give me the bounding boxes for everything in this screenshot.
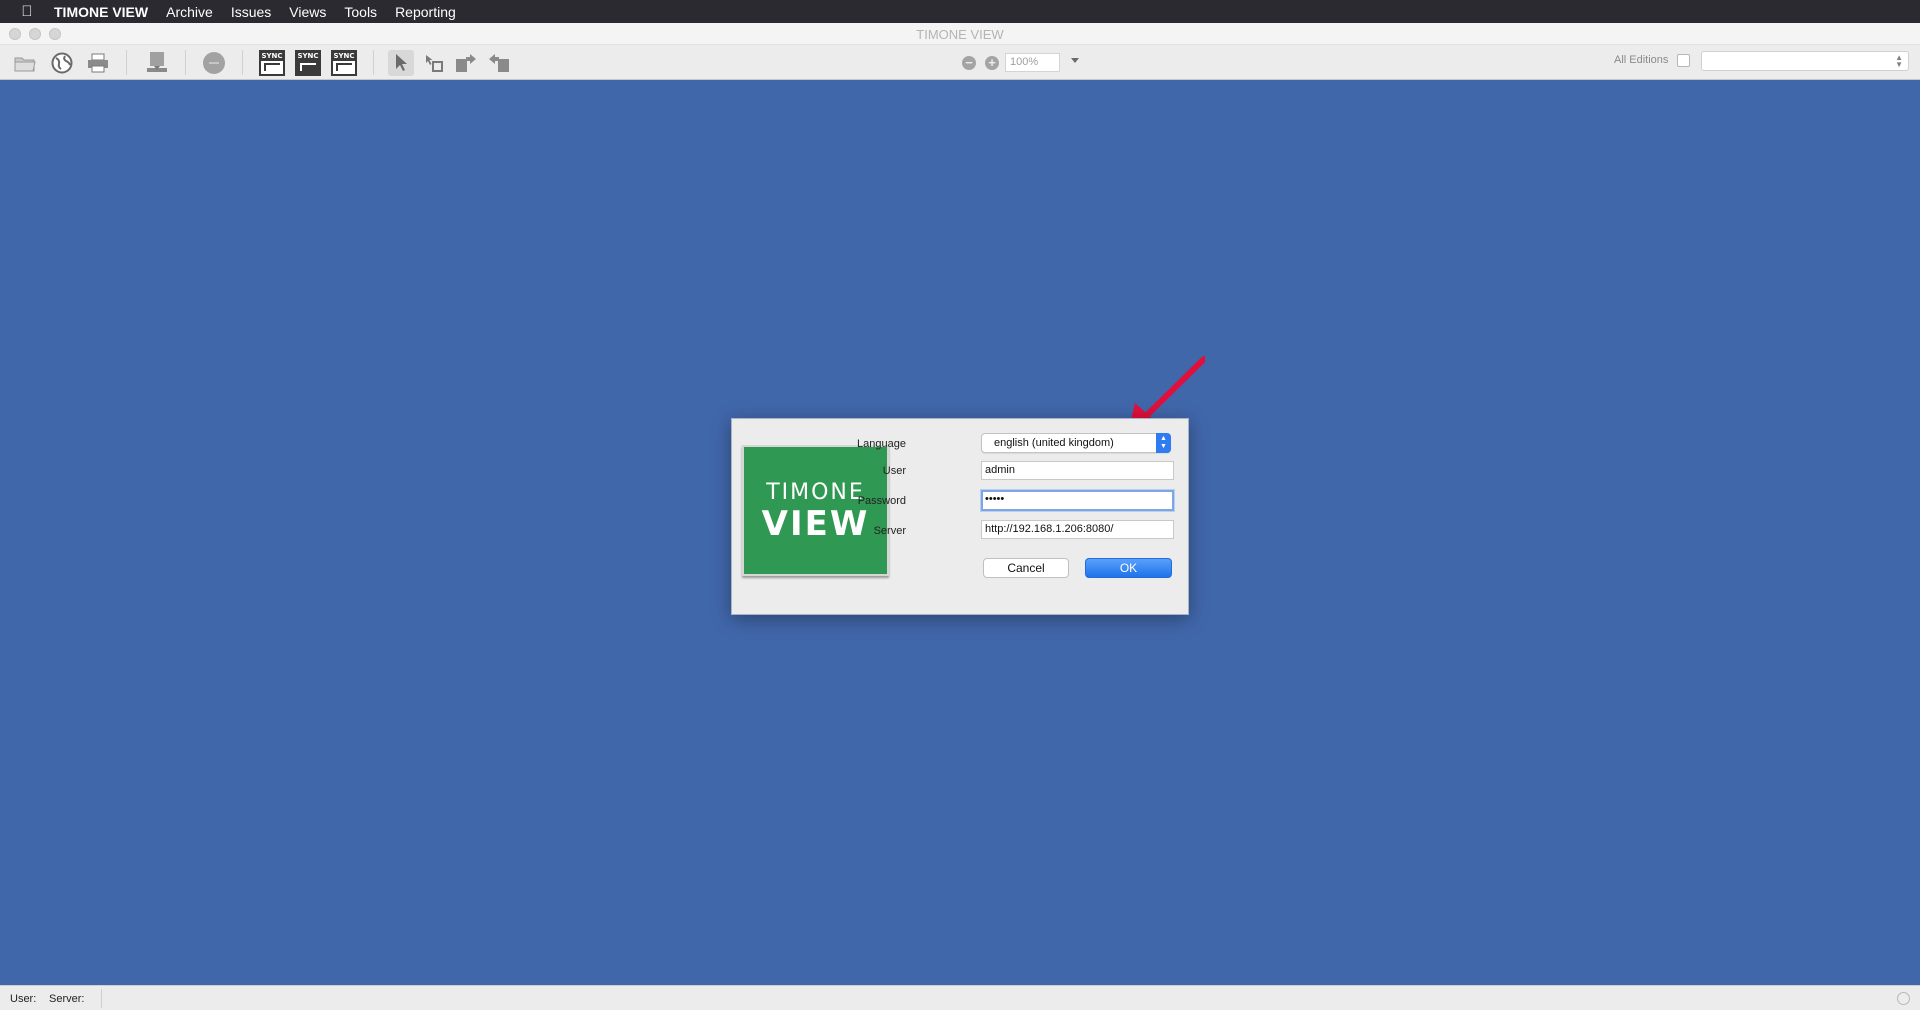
status-user-label: User:: [10, 993, 37, 1005]
user-label: User: [882, 465, 906, 477]
zoom-out-icon[interactable]: −: [962, 56, 976, 70]
login-dialog: TIMONE VIEW Language english (united kin…: [731, 418, 1189, 615]
all-editions-checkbox[interactable]: [1677, 54, 1690, 67]
window-title: TIMONE VIEW: [916, 27, 1004, 42]
sync-label: SYNC: [261, 52, 283, 61]
zoom-dropdown-icon[interactable]: [1071, 58, 1079, 63]
select-stepper-icon: ▲ ▼: [1895, 53, 1903, 69]
all-editions-label: All Editions: [1614, 54, 1669, 66]
status-server-label: Server:: [49, 993, 85, 1005]
menu-tools[interactable]: Tools: [335, 4, 386, 20]
ok-button[interactable]: OK: [1085, 558, 1172, 578]
move-page-left-icon[interactable]: [453, 50, 479, 76]
stop-icon[interactable]: [201, 50, 227, 76]
sync-in-icon[interactable]: SYNC: [259, 50, 285, 76]
cancel-button[interactable]: Cancel: [983, 558, 1069, 578]
move-page-right-icon[interactable]: [486, 50, 512, 76]
globe-icon[interactable]: [49, 50, 75, 76]
language-stepper-icon[interactable]: ▲ ▼: [1156, 433, 1171, 453]
sync-out-icon[interactable]: SYNC: [331, 50, 357, 76]
activity-indicator-icon: [1897, 992, 1910, 1005]
sync-label: SYNC: [297, 52, 319, 61]
print-icon[interactable]: [85, 50, 111, 76]
menu-views[interactable]: Views: [280, 4, 335, 20]
password-label: Password: [857, 495, 906, 507]
sync-page-icon[interactable]: SYNC: [295, 50, 321, 76]
language-select[interactable]: english (united kingdom) ▲ ▼: [981, 433, 1171, 453]
pointer-tool-icon[interactable]: [388, 50, 414, 76]
zoom-input[interactable]: 100%: [1005, 53, 1060, 72]
language-label: Language: [857, 438, 906, 450]
sync-label: SYNC: [333, 52, 355, 61]
server-input[interactable]: http://192.168.1.206:8080/: [981, 520, 1174, 539]
open-folder-icon[interactable]: [12, 50, 38, 76]
menu-bar:  TIMONE VIEW Archive Issues Views Tools…: [0, 0, 1920, 23]
window-title-bar: TIMONE VIEW: [0, 23, 1920, 45]
user-input[interactable]: admin: [981, 461, 1174, 480]
menu-issues[interactable]: Issues: [222, 4, 280, 20]
status-bar: User: Server:: [0, 985, 1920, 1010]
server-label: Server: [873, 525, 906, 537]
apple-menu-icon[interactable]: : [0, 3, 54, 20]
toolbar: SYNC SYNC SYNC − + 100% All Editions ▲ ▼: [0, 45, 1920, 80]
zoom-in-icon[interactable]: +: [985, 56, 999, 70]
export-icon[interactable]: [144, 50, 170, 76]
menu-archive[interactable]: Archive: [157, 4, 222, 20]
link-tool-icon[interactable]: [421, 50, 447, 76]
menu-reporting[interactable]: Reporting: [386, 4, 465, 20]
password-input[interactable]: •••••: [981, 490, 1174, 511]
language-value: english (united kingdom): [994, 437, 1114, 449]
menu-app-name[interactable]: TIMONE VIEW: [54, 4, 157, 20]
logo-line-2: VIEW: [761, 504, 870, 544]
edition-select[interactable]: ▲ ▼: [1701, 51, 1909, 71]
